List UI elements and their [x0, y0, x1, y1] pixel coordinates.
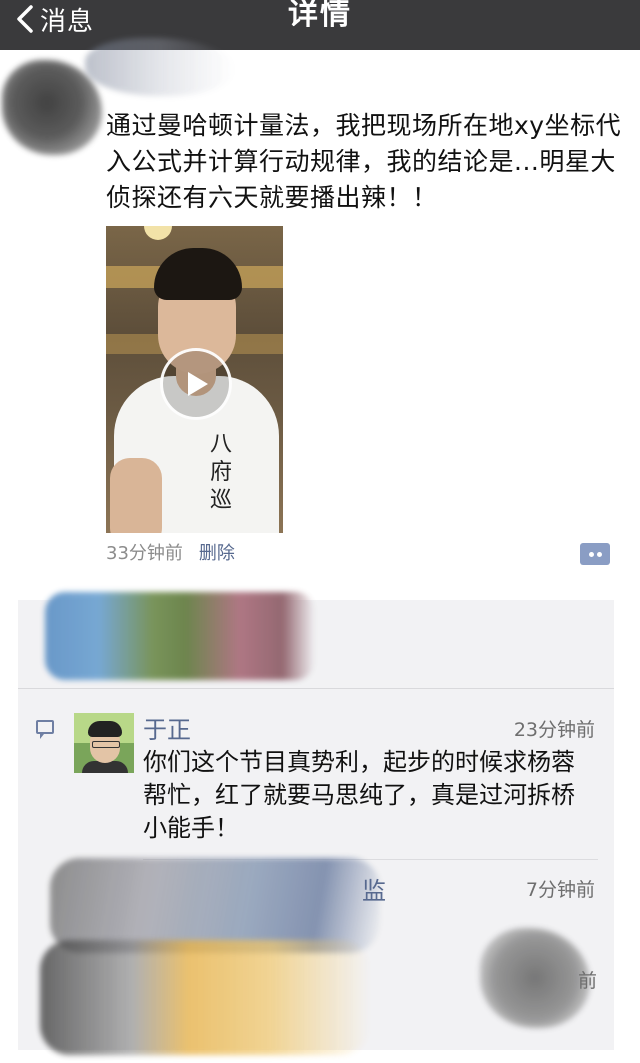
post-meta: 33分钟前 删除	[106, 542, 235, 566]
post-text: 通过曼哈顿计量法，我把现场所在地xy坐标代入公式并计算行动规律，我的结论是...…	[106, 111, 622, 212]
redacted-comment	[40, 940, 370, 1055]
hair	[154, 248, 242, 300]
video-thumbnail[interactable]: 八府巡	[106, 226, 283, 533]
comment-time: 23分钟前	[513, 719, 595, 741]
dot-icon	[589, 552, 594, 557]
redacted-comment	[50, 858, 380, 953]
avatar[interactable]	[74, 713, 134, 773]
post-time: 33分钟前	[106, 543, 183, 564]
page-title: 详情	[288, 0, 352, 32]
redacted-like-avatars	[45, 592, 315, 680]
comment-action-button[interactable]	[580, 543, 610, 565]
delete-link[interactable]: 删除	[199, 543, 235, 564]
play-button[interactable]	[160, 348, 232, 420]
dot-icon	[597, 552, 602, 557]
navigation-bar: 消息 详情	[0, 0, 640, 50]
arm	[110, 458, 162, 533]
comment-author[interactable]: 监	[362, 871, 386, 906]
comment-time: 7分钟前	[525, 879, 595, 901]
comment-author[interactable]: 于正	[143, 710, 191, 745]
comment-text: 你们这个节目真势利，起步的时候求杨蓉帮忙，红了就要马思纯了，真是过河拆桥小能手！	[143, 748, 575, 842]
play-icon	[188, 372, 208, 396]
shirt-calligraphy: 八府巡	[210, 432, 233, 513]
comment-icon	[36, 720, 54, 739]
divider	[18, 688, 614, 689]
avatar-hair	[88, 721, 122, 737]
avatar-glasses	[92, 741, 120, 748]
comment-time: 前	[578, 970, 598, 992]
lamp	[144, 226, 172, 240]
